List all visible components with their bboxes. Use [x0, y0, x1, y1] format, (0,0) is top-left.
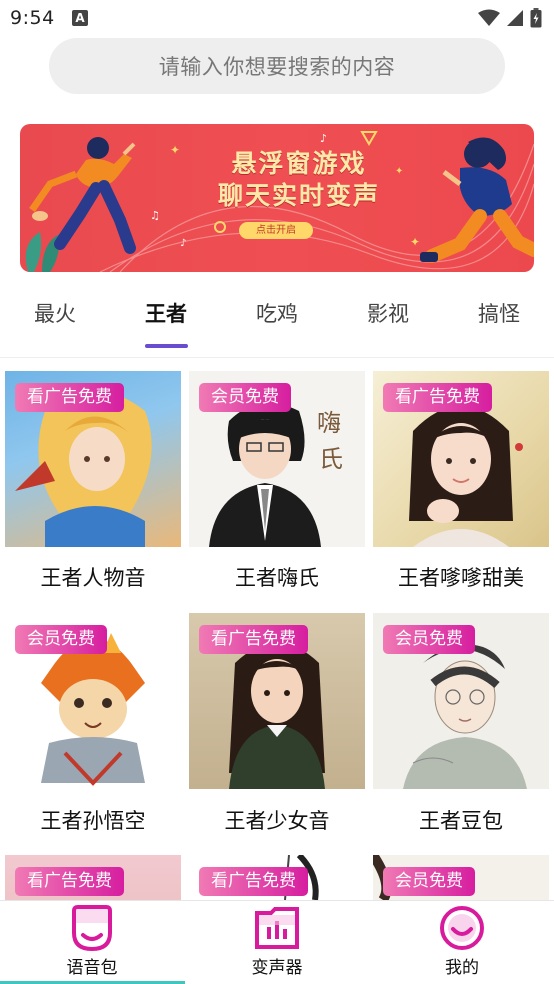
card-badge: 看广告免费	[199, 625, 308, 654]
voice-pack-card[interactable]: 会员免费	[373, 855, 549, 900]
voice-pack-card[interactable]: 看广告免费	[5, 855, 181, 900]
bottom-navigation: 语音包 变声器 我的	[0, 900, 554, 984]
search-placeholder: 请输入你想要搜索的内容	[158, 55, 396, 79]
notification-icon: A	[72, 10, 88, 26]
svg-text:嗨: 嗨	[317, 409, 341, 437]
category-tabs: 最火 王者 吃鸡 影视 搞怪	[0, 288, 554, 350]
card-title: 王者嗨氏	[235, 566, 319, 590]
tab-gaoguai[interactable]: 搞怪	[449, 298, 549, 328]
card-badge: 会员免费	[199, 383, 291, 412]
svg-text:✦: ✦	[410, 235, 420, 249]
battery-icon	[530, 8, 542, 28]
signal-icon	[507, 10, 523, 26]
nav-voice-changer[interactable]: 变声器	[217, 905, 337, 978]
status-time: 9:54	[10, 7, 55, 29]
tab-yingshi[interactable]: 影视	[338, 298, 438, 328]
banner-title-line2: 聊天实时变声	[217, 181, 380, 210]
card-title: 王者嗲嗲甜美	[398, 566, 524, 590]
voice-pack-card[interactable]: 看广告免费	[189, 855, 365, 900]
divider	[0, 357, 554, 358]
card-title: 王者人物音	[40, 566, 146, 590]
profile-icon	[440, 906, 484, 950]
tab-wangzhe[interactable]: 王者	[116, 298, 216, 328]
nav-profile[interactable]: 我的	[402, 905, 522, 978]
svg-text:♪: ♪	[180, 238, 186, 249]
svg-text:氏: 氏	[319, 445, 343, 473]
banner-title-line1: 悬浮窗游戏	[231, 149, 367, 178]
nav-label: 语音包	[66, 958, 118, 978]
voice-changer-icon	[255, 907, 299, 949]
search-input[interactable]: 请输入你想要搜索的内容	[49, 38, 505, 94]
promo-banner[interactable]: ✦ ✦ ✦ ♪ ♫ ♪ 悬浮窗游戏 聊天实时变声 点击开启	[20, 124, 534, 272]
status-bar: 9:54 A	[0, 0, 554, 38]
card-title: 王者少女音	[224, 809, 330, 833]
card-badge: 会员免费	[383, 625, 475, 654]
voice-pack-icon	[72, 905, 112, 951]
active-tab-indicator	[145, 344, 188, 348]
wifi-icon	[478, 9, 500, 26]
tab-chiji[interactable]: 吃鸡	[227, 298, 327, 328]
card-badge: 看广告免费	[199, 867, 308, 896]
card-badge: 看广告免费	[15, 383, 124, 412]
nav-voice-pack[interactable]: 语音包	[32, 905, 152, 978]
card-title: 王者孙悟空	[40, 809, 146, 833]
card-badge: 看广告免费	[15, 867, 124, 896]
card-badge: 会员免费	[15, 625, 107, 654]
card-title: 王者豆包	[419, 809, 503, 833]
card-badge: 会员免费	[383, 867, 475, 896]
status-icons	[478, 7, 542, 29]
nav-label: 变声器	[251, 958, 303, 978]
tab-hottest[interactable]: 最火	[5, 298, 105, 328]
nav-label: 我的	[445, 958, 479, 978]
card-badge: 看广告免费	[383, 383, 492, 412]
banner-open-button[interactable]: 点击开启	[239, 222, 313, 239]
